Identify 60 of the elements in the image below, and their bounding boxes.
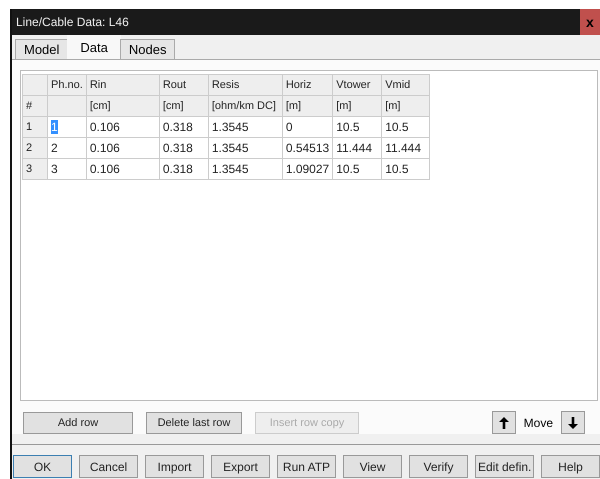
header-cell: [m]	[382, 96, 430, 116]
table-cell[interactable]: 0.106	[86, 138, 160, 158]
move-up-button[interactable]	[492, 411, 516, 434]
header-cell: Resis	[208, 74, 282, 96]
row-number-cell: 1	[22, 116, 48, 138]
table-cell[interactable]: 1.09027	[282, 158, 333, 180]
table-cell[interactable]: 10.5	[332, 158, 382, 180]
header-cell: Vmid	[382, 74, 430, 96]
table-cell[interactable]: 10.5	[332, 116, 382, 138]
tab[interactable]: Model	[15, 39, 68, 59]
header-cell: #	[22, 96, 48, 116]
header-cell: [m]	[282, 96, 333, 116]
table-cell[interactable]: 0	[282, 116, 333, 138]
row-action-button[interactable]: Delete last row	[146, 412, 242, 434]
close-button[interactable]: x	[580, 9, 600, 35]
header-cell: Ph.no.	[48, 74, 86, 96]
table-cell[interactable]: 1.3545	[208, 138, 282, 158]
dialog-button[interactable]: Cancel	[79, 455, 138, 478]
header-cell: [cm]	[86, 96, 160, 116]
row-action-button[interactable]: Add row	[23, 412, 133, 434]
table-cell[interactable]: 2	[48, 138, 86, 158]
dialog-button[interactable]: Import	[145, 455, 204, 478]
dialog-button[interactable]: OK	[13, 455, 72, 478]
move-down-button[interactable]	[561, 411, 585, 434]
header-cell: Rin	[86, 74, 160, 96]
table-cell[interactable]: 11.444	[382, 138, 430, 158]
up-arrow-icon	[498, 416, 509, 428]
window-title: Line/Cable Data: L46	[15, 15, 129, 29]
table-cell[interactable]: 0.318	[159, 138, 208, 158]
down-arrow-icon	[568, 416, 578, 428]
table-cell[interactable]: 1.3545	[208, 158, 282, 180]
row-number-cell: 3	[22, 158, 48, 180]
dialog-button[interactable]: Export	[211, 455, 270, 478]
header-cell: Horiz	[282, 74, 333, 96]
header-cell: Rout	[159, 74, 208, 96]
table-cell[interactable]: 0.318	[159, 116, 208, 138]
dialog-button[interactable]: Run ATP	[277, 455, 336, 478]
dialog-button[interactable]: Help	[541, 455, 600, 478]
tab[interactable]: Data	[67, 35, 121, 59]
table-cell[interactable]: 10.5	[382, 116, 430, 138]
move-label: Move	[524, 416, 553, 430]
dialog-button[interactable]: View	[343, 455, 402, 478]
dialog-button[interactable]: Edit defin.	[475, 455, 534, 478]
table-cell[interactable]: 1.3545	[208, 116, 282, 138]
table-cell[interactable]: 0.106	[86, 116, 160, 138]
tab[interactable]: Nodes	[120, 39, 176, 59]
table-cell[interactable]: 0.54513	[282, 138, 333, 158]
table-cell[interactable]: 10.5	[382, 158, 430, 180]
table-cell[interactable]: 0.106	[86, 158, 160, 180]
header-cell: Vtower	[332, 74, 382, 96]
table-cell[interactable]: 11.444	[332, 138, 382, 158]
table-cell[interactable]: 0.318	[159, 158, 208, 180]
row-number-cell: 2	[22, 138, 48, 158]
header-cell: [cm]	[159, 96, 208, 116]
table-cell[interactable]: 3	[48, 158, 86, 180]
header-cell	[22, 74, 48, 96]
dialog-button[interactable]: Verify	[409, 455, 468, 478]
header-cell	[48, 96, 86, 116]
header-cell: [ohm/km DC]	[208, 96, 282, 116]
header-cell: [m]	[332, 96, 382, 116]
